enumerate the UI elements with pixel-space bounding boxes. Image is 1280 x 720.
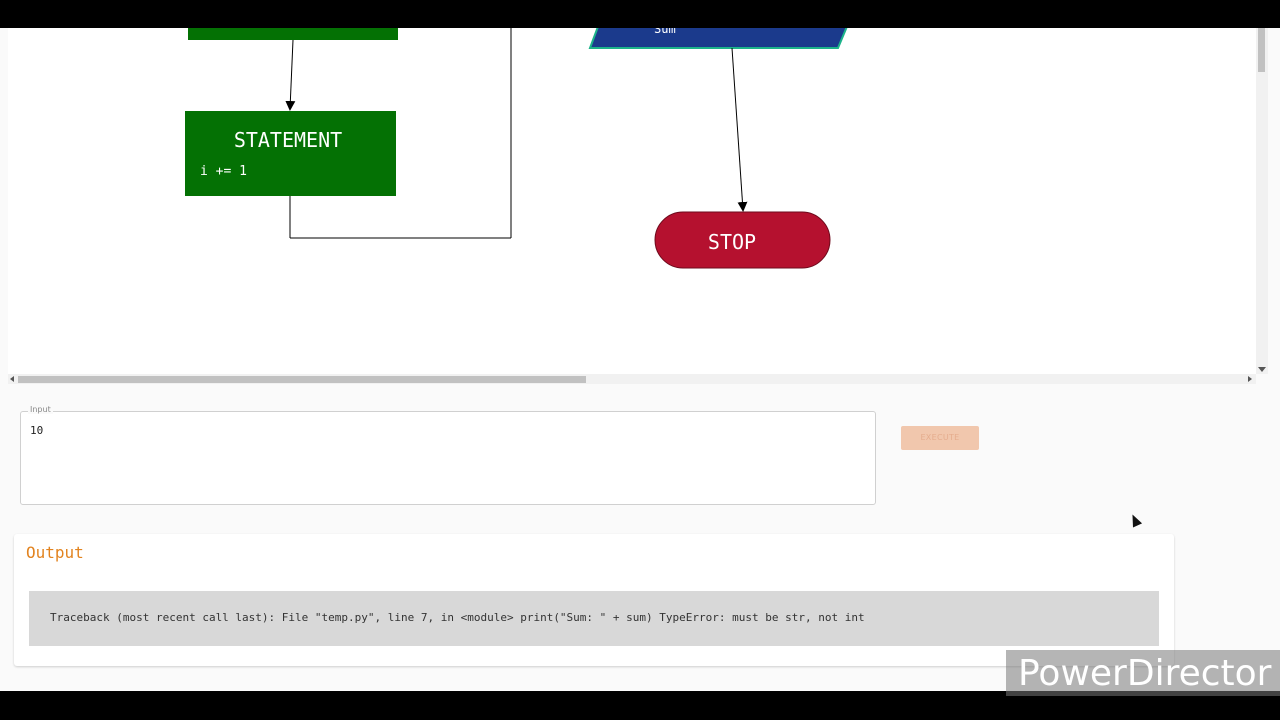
flowchart-svg: STATEMENT i += 1 Sum STOP xyxy=(185,0,860,269)
canvas-vertical-scrollbar[interactable] xyxy=(1256,28,1268,374)
output-text: Traceback (most recent call last): File … xyxy=(50,611,865,624)
input-label: Input xyxy=(28,405,53,414)
execute-button[interactable]: EXECUTE xyxy=(901,426,979,450)
mouse-cursor-icon xyxy=(1127,512,1143,528)
output-title: Output xyxy=(26,543,84,562)
horizontal-scroll-thumb[interactable] xyxy=(18,376,586,383)
watermark-text: PowerDirector xyxy=(1018,653,1272,694)
statement-node[interactable] xyxy=(185,111,396,196)
video-letterbox-top xyxy=(0,0,1280,28)
vertical-scroll-thumb[interactable] xyxy=(1258,28,1265,72)
canvas-horizontal-scrollbar[interactable] xyxy=(8,374,1256,384)
scroll-down-arrow-icon[interactable] xyxy=(1258,367,1266,372)
stop-node-label: STOP xyxy=(708,230,756,254)
input-textarea[interactable] xyxy=(20,411,876,505)
arrow-to-stop xyxy=(731,47,748,212)
statement-node-title: STATEMENT xyxy=(234,128,342,152)
scroll-left-arrow-icon[interactable] xyxy=(10,376,14,382)
arrow-to-statement xyxy=(285,39,296,111)
flowchart-canvas[interactable]: STATEMENT i += 1 Sum STOP xyxy=(8,0,1256,374)
statement-node-code: i += 1 xyxy=(200,164,247,179)
input-value[interactable]: 10 xyxy=(30,424,43,437)
scroll-right-arrow-icon[interactable] xyxy=(1248,376,1252,382)
